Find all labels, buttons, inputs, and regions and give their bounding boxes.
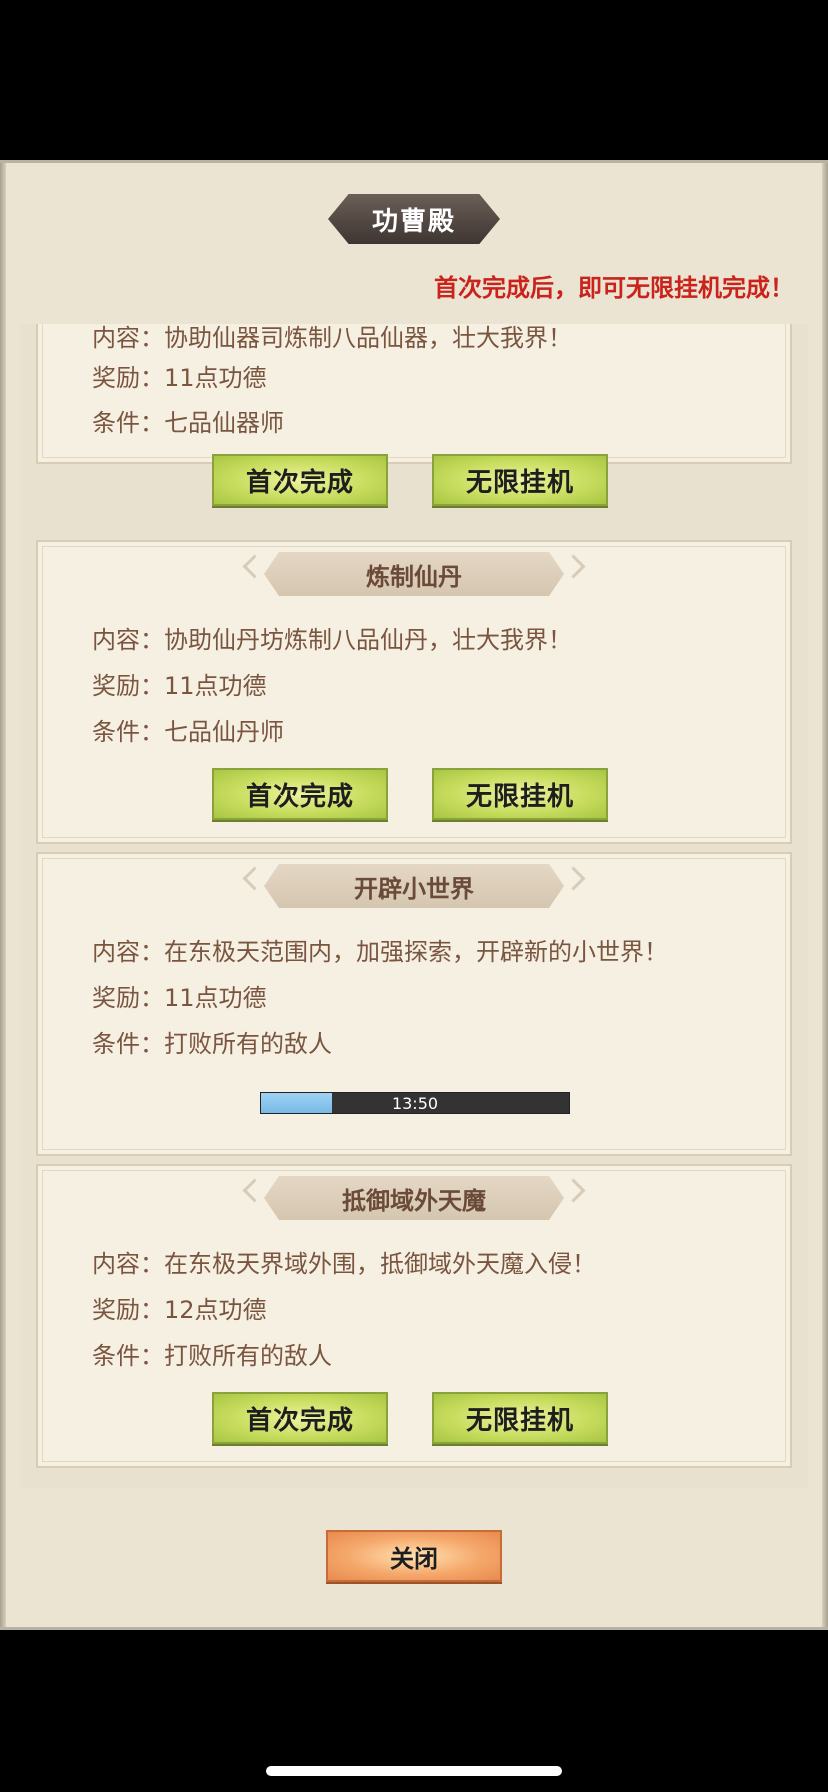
task-reward-row: 奖励：11点功德	[92, 666, 267, 701]
content-label: 内容：	[92, 938, 164, 966]
task-condition: 七品仙丹师	[164, 718, 284, 746]
task-condition-row: 条件：打败所有的敌人	[92, 1024, 332, 1059]
condition-label: 条件：	[92, 1030, 164, 1058]
task-card-3: 抵御域外天魔 内容：在东极天界域外围，抵御域外天魔入侵！ 奖励：12点功德 条件…	[36, 1164, 792, 1468]
task-content: 在东极天范围内，加强探索，开辟新的小世界！	[164, 938, 668, 966]
task-condition: 七品仙器师	[164, 409, 284, 437]
task-reward-row: 奖励：11点功德	[92, 358, 267, 393]
idle-button[interactable]: 无限挂机	[432, 768, 608, 820]
task-condition: 打败所有的敌人	[164, 1342, 332, 1370]
task-content-row: 内容：在东极天范围内，加强探索，开辟新的小世界！	[92, 932, 668, 967]
task-reward: 12点功德	[164, 1296, 267, 1324]
condition-label: 条件：	[92, 718, 164, 746]
task-reward-row: 奖励：11点功德	[92, 978, 267, 1013]
first-complete-button[interactable]: 首次完成	[212, 1392, 388, 1444]
task-card-2: 开辟小世界 内容：在东极天范围内，加强探索，开辟新的小世界！ 奖励：11点功德 …	[36, 852, 792, 1156]
dialog-title: 功曹殿	[371, 206, 456, 237]
task-title: 抵御域外天魔	[264, 1176, 564, 1220]
task-content: 协助仙丹坊炼制八品仙丹，壮大我界！	[164, 626, 572, 654]
task-card-0: 内容：协助仙器司炼制八品仙器，壮大我界！ 奖励：11点功德 条件：七品仙器师 首…	[36, 324, 792, 506]
task-content: 协助仙器司炼制八品仙器，壮大我界！	[164, 324, 572, 352]
task-condition: 打败所有的敌人	[164, 1030, 332, 1058]
condition-label: 条件：	[92, 1342, 164, 1370]
idle-button[interactable]: 无限挂机	[432, 1392, 608, 1444]
reward-label: 奖励：	[92, 1296, 164, 1324]
task-list[interactable]: 内容：协助仙器司炼制八品仙器，壮大我界！ 奖励：11点功德 条件：七品仙器师 首…	[20, 324, 808, 1488]
dialog-title-plate: 功曹殿	[322, 190, 506, 248]
notice-text: 首次完成后，即可无限挂机完成！	[434, 274, 794, 302]
first-complete-button[interactable]: 首次完成	[212, 768, 388, 820]
task-condition-row: 条件：七品仙器师	[92, 403, 284, 438]
task-reward: 11点功德	[164, 364, 267, 392]
task-reward: 11点功德	[164, 672, 267, 700]
condition-label: 条件：	[92, 409, 164, 437]
reward-label: 奖励：	[92, 364, 164, 392]
task-condition-row: 条件：七品仙丹师	[92, 712, 284, 747]
content-label: 内容：	[92, 324, 164, 352]
task-card-1: 炼制仙丹 内容：协助仙丹坊炼制八品仙丹，壮大我界！ 奖励：11点功德 条件：七品…	[36, 540, 792, 844]
task-content: 在东极天界域外围，抵御域外天魔入侵！	[164, 1250, 596, 1278]
task-reward-row: 奖励：12点功德	[92, 1290, 267, 1325]
task-content-row: 内容：在东极天界域外围，抵御域外天魔入侵！	[92, 1244, 596, 1279]
task-title: 开辟小世界	[264, 864, 564, 908]
task-progress-bar: 13:50	[260, 1092, 570, 1114]
content-label: 内容：	[92, 1250, 164, 1278]
idle-button[interactable]: 无限挂机	[432, 454, 608, 506]
content-label: 内容：	[92, 626, 164, 654]
progress-timer-text: 13:50	[391, 1093, 439, 1113]
task-content-row: 内容：协助仙丹坊炼制八品仙丹，壮大我界！	[92, 620, 572, 655]
task-content-row: 内容：协助仙器司炼制八品仙器，壮大我界！	[92, 324, 572, 353]
reward-label: 奖励：	[92, 984, 164, 1012]
close-button[interactable]: 关闭	[326, 1530, 502, 1582]
reward-label: 奖励：	[92, 672, 164, 700]
home-indicator[interactable]	[266, 1766, 562, 1776]
first-complete-button[interactable]: 首次完成	[212, 454, 388, 506]
task-title: 炼制仙丹	[264, 552, 564, 596]
task-reward: 11点功德	[164, 984, 267, 1012]
task-condition-row: 条件：打败所有的敌人	[92, 1336, 332, 1371]
